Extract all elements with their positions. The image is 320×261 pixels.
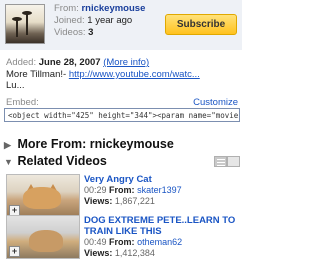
subscribe-button[interactable]: Subscribe [165,14,237,35]
from-label: From: [109,237,135,247]
from-label: From: [109,185,135,195]
dog-figure [29,230,63,252]
more-info-link[interactable]: (More info) [103,57,149,68]
customize-link[interactable]: Customize [193,97,238,108]
channel-from: From: rnickeymouse [54,3,145,14]
embed-code-field[interactable]: <object width="425" height="344"><param … [4,108,240,122]
video-user-link[interactable]: skater1397 [137,185,182,195]
channel-joined: Joined: 1 year ago [54,15,132,26]
added-date: June 28, 2007 [38,57,101,68]
channel-videos: Videos: 3 [54,27,93,38]
list-line [217,162,225,163]
list-line [217,165,225,166]
avatar-palm-trunk [26,13,28,35]
from-label: From: [54,3,79,14]
video-views: Views: 1,867,221 [84,196,155,206]
triangle-right-icon: ▶ [4,140,11,150]
added-info: Added: June 28, 2007 (More info) [6,57,149,68]
description-link[interactable]: http://www.youtube.com/watc... [69,69,200,80]
video-duration: 00:29 [84,185,107,195]
grid-view-button[interactable] [227,156,240,167]
video-description: More Tillman!- http://www.youtube.com/wa… [6,69,236,91]
video-views: Views: 1,412,384 [84,248,155,258]
videos-count: 3 [88,27,94,38]
plus-icon[interactable]: + [9,246,20,257]
list-line [217,159,225,160]
video-thumbnail[interactable]: + [6,174,80,218]
watch-sidebar-panel: From: rnickeymouse Joined: 1 year ago Vi… [0,0,242,259]
views-label: Views: [84,248,113,258]
cat-figure [23,187,61,209]
description-prefix: More Tillman!- [6,69,67,80]
joined-label: Joined: [54,15,85,26]
description-suffix: Lu... [6,80,25,91]
video-title-link[interactable]: DOG EXTREME PETE..LEARN TO TRAIN LIKE TH… [84,215,240,237]
video-duration-from: 00:29 From: skater1397 [84,185,182,195]
videos-label: Videos: [54,27,86,38]
joined-value: 1 year ago [87,15,133,26]
related-videos-heading: Related Videos [17,154,107,168]
avatar-palm-frond [22,11,32,15]
channel-info: From: rnickeymouse Joined: 1 year ago Vi… [0,0,242,50]
more-from-heading: More From: rnickeymouse [17,137,174,151]
views-count: 1,867,221 [114,196,155,206]
views-count: 1,412,384 [114,248,155,258]
video-user-link[interactable]: otheman62 [137,237,182,247]
video-thumbnail[interactable]: + [6,215,80,259]
embed-label: Embed: [6,97,39,108]
triangle-down-icon: ▼ [4,157,13,167]
grid-list-toggle-icon[interactable] [214,156,240,168]
related-video-item[interactable]: + DOG EXTREME PETE..LEARN TO TRAIN LIKE … [4,215,240,261]
more-from-section-toggle[interactable]: ▶ More From: rnickeymouse [4,137,174,151]
added-label: Added: [6,57,37,68]
channel-username-link[interactable]: rnickeymouse [81,3,145,14]
video-duration-from: 00:49 From: otheman62 [84,237,182,247]
video-duration: 00:49 [84,237,107,247]
related-videos-section-toggle[interactable]: ▼ Related Videos [4,154,107,168]
avatar-palm-frond-2 [12,17,22,21]
channel-avatar[interactable] [5,4,45,44]
views-label: Views: [84,196,113,206]
avatar-palm-trunk-2 [16,19,18,37]
video-title-link[interactable]: Very Angry Cat [84,174,240,185]
list-view-button[interactable] [214,156,227,167]
